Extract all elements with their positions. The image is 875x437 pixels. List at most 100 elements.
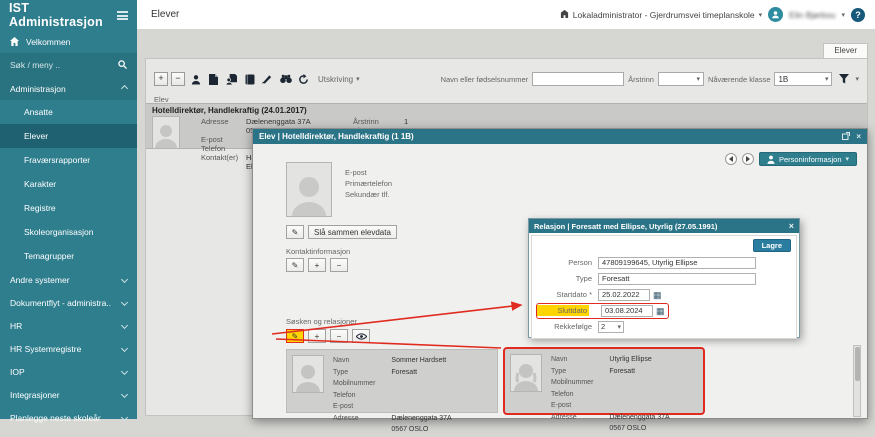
- relation-dialog-title: Relasjon | Foresatt med Ellipse, Utyrlig…: [534, 222, 717, 231]
- print-menu[interactable]: Utskriving ▾: [318, 75, 360, 84]
- next-button[interactable]: [742, 153, 754, 165]
- name-filter-input[interactable]: [532, 72, 624, 86]
- avatar[interactable]: [768, 7, 783, 22]
- vertical-scrollbar[interactable]: [853, 345, 861, 417]
- relation-fields: NavnSommer Hardsett TypeForesatt Mobilnu…: [331, 354, 454, 437]
- close-icon[interactable]: ×: [856, 132, 861, 141]
- chevron-down-icon: [121, 345, 128, 352]
- sidebar-item-dokumentflyt[interactable]: Dokumentflyt - administra..: [0, 291, 137, 314]
- rekkefolge-value: 2: [601, 322, 605, 331]
- add-relation-button[interactable]: +: [308, 329, 326, 343]
- type-label: Type: [536, 274, 592, 283]
- student-name: Hotelldirektør, Handlekraftig (24.01.201…: [152, 106, 307, 115]
- edit-relation-button[interactable]: ✎: [286, 329, 304, 343]
- chevron-down-icon: ▾: [845, 155, 849, 163]
- sluttdato-annotation-box: Sluttdato ▦: [536, 303, 669, 319]
- sidebar-item-label: Administrasjon: [10, 84, 116, 94]
- school-context-selector[interactable]: Lokaladministrator - Gjerdrumsvei timepl…: [560, 9, 762, 20]
- remove-relation-button[interactable]: −: [330, 329, 348, 343]
- year-filter-select[interactable]: ▾: [658, 72, 704, 86]
- sidebar-item-integrasjoner[interactable]: Integrasjoner: [0, 383, 137, 406]
- relation-photo: [510, 354, 542, 392]
- remove-button[interactable]: −: [171, 72, 185, 86]
- student-icon[interactable]: [188, 72, 203, 86]
- print-menu-label: Utskriving: [318, 75, 353, 84]
- calendar-icon[interactable]: ▦: [656, 306, 665, 316]
- name-filter-label: Navn eller fødselsnummer: [441, 75, 529, 84]
- help-button[interactable]: ?: [851, 8, 865, 22]
- type-input[interactable]: [598, 273, 756, 285]
- sidebar-search[interactable]: Søk / meny ..: [0, 53, 137, 77]
- sidebar-item-label: Integrasjoner: [10, 390, 116, 400]
- sidebar-item-iop[interactable]: IOP: [0, 360, 137, 383]
- edit-student-button[interactable]: ✎: [286, 225, 304, 239]
- modal-nav: Personinformasjon ▾: [725, 152, 857, 166]
- document-icon[interactable]: [206, 72, 221, 86]
- filter-icon[interactable]: [836, 72, 851, 86]
- sidebar-item-elever[interactable]: Elever: [0, 124, 137, 148]
- contact-section-label: Kontaktinformasjon: [286, 247, 350, 256]
- tab-elever[interactable]: Elever: [823, 43, 868, 58]
- sidebar-item-registre[interactable]: Registre: [0, 196, 137, 220]
- rekkefolge-row: Rekkefølge 2 ▾: [536, 320, 796, 333]
- close-icon[interactable]: ×: [789, 221, 794, 231]
- add-button[interactable]: +: [154, 72, 168, 86]
- sidebar-item-administrasjon[interactable]: Administrasjon: [0, 77, 137, 100]
- signature-icon[interactable]: [260, 72, 275, 86]
- sidebar-item-karakter[interactable]: Karakter: [0, 172, 137, 196]
- search-icon: [118, 60, 127, 71]
- refresh-icon[interactable]: [296, 72, 311, 86]
- chevron-down-icon: [121, 322, 128, 329]
- chevron-down-icon: ▾: [855, 75, 859, 83]
- relation-fields: NavnUtyrlig Ellipse TypeForesatt Mobilnu…: [549, 353, 672, 436]
- sidebar-item-label: Skoleorganisasjon: [24, 227, 127, 237]
- sidebar-item-skoleorganisasjon[interactable]: Skoleorganisasjon: [0, 220, 137, 244]
- popout-icon[interactable]: [842, 132, 850, 142]
- previous-button[interactable]: [725, 153, 737, 165]
- personinformasjon-button[interactable]: Personinformasjon ▾: [759, 152, 857, 166]
- sidebar-item-label: Ansatte: [24, 107, 127, 117]
- student-document-icon[interactable]: [224, 72, 239, 86]
- relation-card-2[interactable]: NavnUtyrlig Ellipse TypeForesatt Mobilnu…: [503, 347, 705, 415]
- sluttdato-input[interactable]: [601, 305, 653, 317]
- merge-student-data-button[interactable]: Slå sammen elevdata: [308, 225, 397, 239]
- chevron-down-icon: [121, 391, 128, 398]
- sluttdato-row: Sluttdato ▦: [536, 304, 796, 317]
- edit-contact-button[interactable]: ✎: [286, 258, 304, 272]
- sidebar-item-hr[interactable]: HR: [0, 314, 137, 337]
- sidebar-item-ansatte[interactable]: Ansatte: [0, 100, 137, 124]
- student-field-labels: Adresse E-post Telefon Kontakt(er): [201, 117, 238, 162]
- book-icon[interactable]: [242, 72, 257, 86]
- sidebar-collapse-icon[interactable]: [117, 11, 128, 20]
- merge-row: ✎ Slå sammen elevdata: [286, 225, 397, 239]
- view-relation-button[interactable]: [352, 329, 370, 343]
- relation-photo: [292, 355, 324, 393]
- student-modal-titlebar: Elev | Hotelldirektør, Handlekraftig (1 …: [253, 129, 867, 144]
- chevron-down-icon: ▾: [617, 323, 621, 331]
- save-button[interactable]: Lagre: [753, 239, 791, 252]
- contact-section-buttons: ✎ + −: [286, 258, 348, 272]
- user-name[interactable]: Elin Bjørbou: [789, 10, 835, 20]
- page-title: Elever: [151, 9, 179, 20]
- sidebar-item-fravaersrapporter[interactable]: Fraværsrapporter: [0, 148, 137, 172]
- binoculars-icon[interactable]: [278, 72, 293, 86]
- scrollbar-thumb[interactable]: [855, 347, 860, 381]
- rekkefolge-select[interactable]: 2 ▾: [598, 321, 624, 333]
- sidebar-item-velkommen[interactable]: Velkommen: [0, 30, 137, 53]
- sidebar-item-andre-systemer[interactable]: Andre systemer: [0, 268, 137, 291]
- startdato-input[interactable]: [598, 289, 650, 301]
- sidebar-item-temagrupper[interactable]: Temagrupper: [0, 244, 137, 268]
- relation-dialog: Relasjon | Foresatt med Ellipse, Utyrlig…: [528, 218, 800, 338]
- sidebar-item-label: Registre: [24, 203, 127, 213]
- sidebar-item-label: Elever: [24, 131, 127, 141]
- startdato-label: Startdato *: [536, 290, 592, 299]
- sidebar-item-planlegge-neste-skolear[interactable]: Planlegge neste skoleår: [0, 406, 137, 429]
- calendar-icon[interactable]: ▦: [653, 290, 662, 300]
- remove-contact-button[interactable]: −: [330, 258, 348, 272]
- class-filter-select[interactable]: 1B ▾: [774, 72, 832, 86]
- relation-card-1[interactable]: NavnSommer Hardsett TypeForesatt Mobilnu…: [286, 349, 498, 413]
- sidebar-item-label: HR: [10, 321, 116, 331]
- add-contact-button[interactable]: +: [308, 258, 326, 272]
- sidebar-item-hr-systemregistre[interactable]: HR Systemregistre: [0, 337, 137, 360]
- person-input[interactable]: [598, 257, 756, 269]
